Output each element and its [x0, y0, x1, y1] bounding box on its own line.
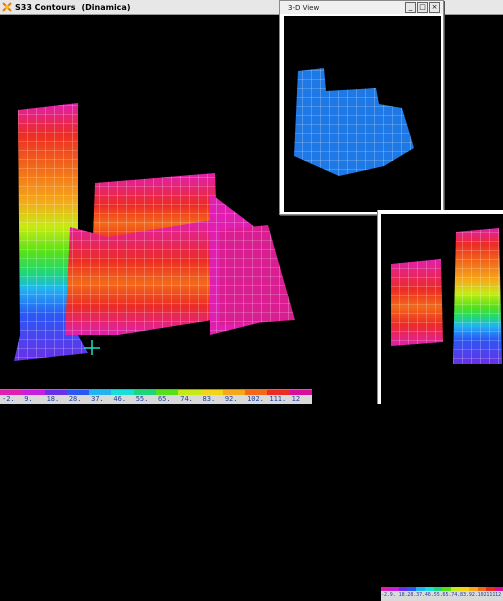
legend-value: 102. [247, 395, 264, 403]
window-mode: (Dinamica) [81, 2, 131, 12]
legend-value: 28. [68, 395, 82, 403]
secondary-view-window: -2.9.18.28.37.46.55.65.74.83.92.102.111.… [377, 210, 503, 601]
legend-value: 74. [180, 395, 193, 403]
legend-value: 92. [224, 395, 238, 403]
legend-value: 65. [157, 395, 171, 403]
legend-value: 111. [269, 395, 287, 403]
mini-legend-value: 74. [451, 592, 461, 598]
mini-legend-value: 9. [389, 592, 396, 598]
view3d-window: 3-D View _ □ × [279, 0, 444, 215]
mini-legend-value: 12 [495, 592, 502, 598]
legend-value: 55. [135, 395, 149, 403]
mini-legend-value: 102. [477, 592, 487, 598]
legend-value: -2. [2, 395, 15, 403]
legend-value: 46. [113, 395, 127, 403]
mini-legend-value: 46. [424, 592, 434, 598]
close-button[interactable]: × [429, 2, 440, 13]
window-title: S33 Contours [15, 2, 76, 12]
view3d-title: 3-D View [288, 3, 320, 12]
mini-legend-value: 111. [486, 592, 496, 598]
mini-legend-value: 37. [416, 592, 425, 598]
app-icon [2, 2, 12, 12]
legend-value: 9. [24, 395, 33, 403]
legend-value: 37. [91, 395, 104, 403]
mini-legend-value: 83. [460, 592, 469, 598]
mini-legend-value: 28. [407, 592, 417, 598]
legend-value: 83. [202, 395, 216, 403]
minimize-button[interactable]: _ [405, 2, 416, 13]
view3d-canvas[interactable] [284, 16, 441, 212]
maximize-button[interactable]: □ [417, 2, 428, 13]
legend-value: 12 [291, 395, 301, 403]
view3d-controls: _ □ × [405, 2, 440, 13]
mini-legend-value: 92. [468, 592, 478, 598]
mini-legend-value: 18. [398, 592, 408, 598]
legend-value: 18. [46, 395, 60, 403]
secondary-legend: -2.9.18.28.37.46.55.65.74.83.92.102.111.… [381, 587, 503, 601]
mini-legend-value: 55. [433, 592, 443, 598]
secondary-view-canvas[interactable] [381, 214, 503, 404]
color-legend: -2. 9. 18. 28. 37. 46. 55. 65. 74. 83. 92. 102. 111.… [0, 389, 312, 404]
mini-legend-value: 65. [442, 592, 452, 598]
mini-legend-value: -2. [381, 592, 390, 598]
